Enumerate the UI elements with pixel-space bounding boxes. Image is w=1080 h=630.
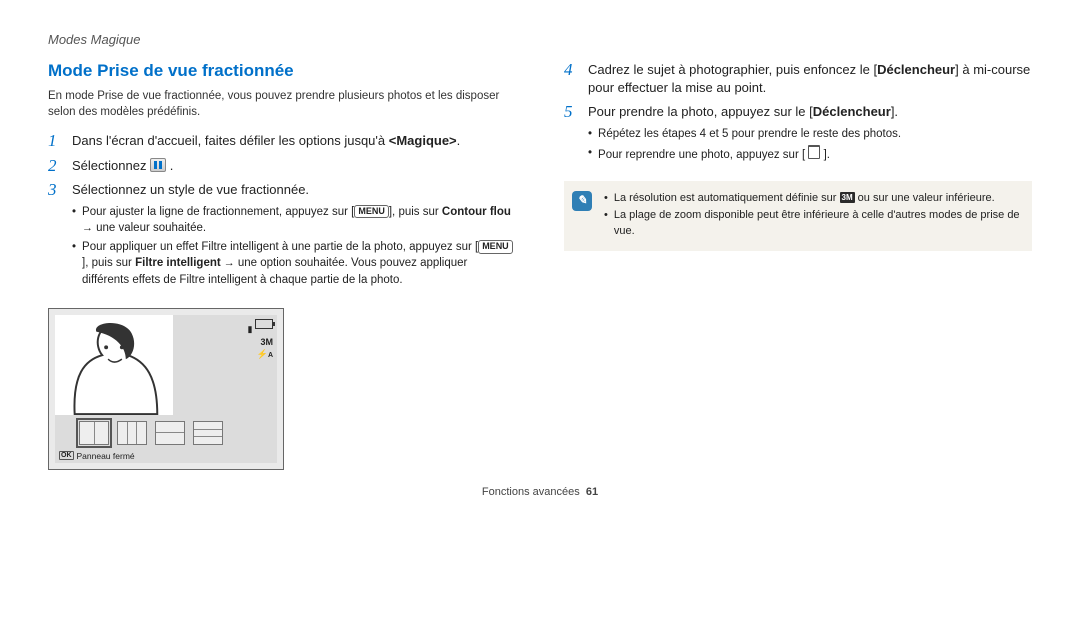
step-number: 1 [48,132,62,151]
step-1: 1 Dans l'écran d'accueil, faites défiler… [48,132,516,151]
camera-status: ▮ 3M ⚡A [248,319,273,361]
resolution-badge: 3M [840,192,855,203]
sub-bullet: Pour appliquer un effet Filtre intellige… [72,239,516,288]
preview-pane [55,315,173,415]
shutter-label: Déclencheur [813,104,891,119]
step-text: Sélectionnez [72,158,150,173]
ok-button-icon: OK [59,451,74,460]
step-3: 3 Sélectionnez un style de vue fractionn… [48,181,516,294]
sub-bullet: Répétez les étapes 4 et 5 pour prendre l… [588,126,1032,142]
right-column: 4 Cadrez le sujet à photographier, puis … [564,61,1032,470]
note-bullet: La résolution est automatiquement défini… [604,191,1020,206]
page-footer: Fonctions avancées 61 [48,486,1032,498]
step-5: 5 Pour prendre la photo, appuyez sur le … [564,103,1032,168]
camera-screenshot: ▮ 3M ⚡A OK Panneau fermé [48,308,284,470]
step-number: 2 [48,157,62,176]
camera-caption: OK Panneau fermé [59,451,135,461]
layout-picker [77,419,225,447]
page-number: 61 [586,486,598,498]
section-title: Mode Prise de vue fractionnée [48,61,516,81]
step-text: Sélectionnez un style de vue fractionnée… [72,181,516,199]
note-box: ✎ La résolution est automatiquement défi… [564,181,1032,251]
menu-button-icon: MENU [354,205,389,219]
sub-bullet: Pour reprendre une photo, appuyez sur [ … [588,145,1032,163]
layout-3col [117,421,147,445]
note-icon: ✎ [572,191,592,211]
battery-icon [255,319,273,329]
step-text: Dans l'écran d'accueil, faites défiler l… [72,133,389,148]
menu-button-icon: MENU [478,240,513,254]
step-4: 4 Cadrez le sujet à photographier, puis … [564,61,1032,97]
section-intro: En mode Prise de vue fractionnée, vous p… [48,89,516,120]
arrow-icon: → [82,222,96,234]
manual-page: Modes Magique Mode Prise de vue fraction… [0,0,1080,508]
sub-bullet: Pour ajuster la ligne de fractionnement,… [72,204,516,237]
step-2: 2 Sélectionnez . [48,157,516,176]
flash-mode: A [268,352,273,359]
trash-icon [808,145,820,159]
note-bullet: La plage de zoom disponible peut être in… [604,208,1020,239]
step-number: 3 [48,181,62,200]
layout-2row [155,421,185,445]
layout-3row [193,421,223,445]
split-shot-icon [150,158,166,172]
magique-label: <Magique> [389,133,457,148]
step-number: 5 [564,103,578,122]
resolution-badge: 3M [248,336,273,349]
shutter-label: Déclencheur [877,62,955,77]
step-number: 4 [564,61,578,80]
layout-2col [79,421,109,445]
left-column: Mode Prise de vue fractionnée En mode Pr… [48,61,516,470]
arrow-icon: → [221,257,238,269]
running-header: Modes Magique [48,32,1032,47]
